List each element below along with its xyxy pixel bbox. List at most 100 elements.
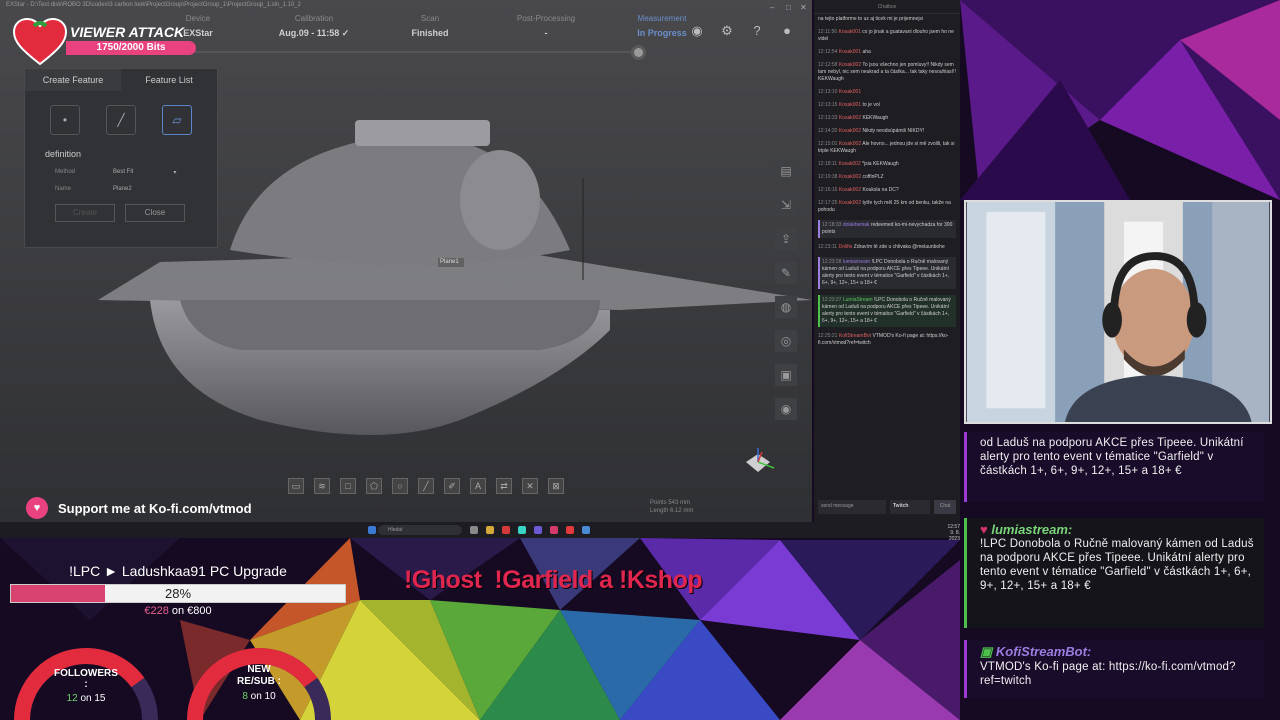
heart-icon — [12, 18, 68, 66]
goal-title: !LPC ► Ladushkaa91 PC Upgrade — [69, 563, 287, 579]
webcam-feed — [964, 200, 1272, 424]
overlay-message-lumiastream: ♥ lumiastream: !LPC Donobola o Ručně mal… — [964, 518, 1264, 628]
lasso-icon[interactable]: ○ — [392, 478, 408, 494]
workflow-progress-dot — [631, 45, 646, 60]
kofi-support-text: Support me at Ko-fi.com/vtmod — [58, 500, 252, 516]
box-select-icon[interactable]: ▣ — [775, 364, 797, 386]
chat-message: na tejto platforme to uz aj ticek mi je … — [818, 16, 924, 22]
overlay-message-kofistreambot: ▣ KofiStreamBot: VTMOD's Ko-fi page at: … — [964, 640, 1264, 698]
viewer-attack-title: VIEWER ATTACK — [70, 24, 185, 40]
brush-icon[interactable]: ✐ — [444, 478, 460, 494]
taskbar-search[interactable]: Hledat — [378, 525, 462, 535]
stream-chat-overlay: od Laduš na podporu AKCE přes Tipeee. Un… — [964, 432, 1264, 720]
chat-message: 12:13:15 Kosak001 to je vol — [818, 102, 880, 108]
globe-icon[interactable]: ◉ — [688, 22, 706, 40]
stack-icon[interactable]: ≋ — [314, 478, 330, 494]
rect-select-icon[interactable]: □ — [340, 478, 356, 494]
goal-progress-bar: 28% — [10, 584, 346, 603]
explorer-icon[interactable] — [486, 526, 494, 534]
chat-message: 12:15:01 Kosak002 Ale hovno... jednou jd… — [818, 141, 955, 154]
followers-gauge: FOLLOWERS : 12 on 15 — [8, 636, 164, 720]
start-icon[interactable] — [368, 526, 376, 534]
close-button[interactable]: Close — [125, 204, 185, 222]
coffee-cup-icon: ♥ — [26, 497, 48, 519]
windows-taskbar: Hledat 12:57 9. 8. 2023 — [0, 522, 960, 542]
chat-message: 12:16:16 Kosak002 Kouksla na DC? — [818, 187, 899, 193]
chat-message: 12:23:27 LumiaStream !LPC Donobola o Ruč… — [818, 295, 956, 327]
clear-icon[interactable]: ⊠ — [548, 478, 564, 494]
layers-icon[interactable]: ▤ — [775, 160, 797, 182]
chat-message: 12:19:38 Kosak002 coffinPLZ — [818, 174, 884, 180]
step-post-processing[interactable]: Post-Processing - — [488, 14, 604, 54]
chat-message: 12:12:54 Kosak001 aha — [818, 49, 871, 55]
chat-input-row: send message Twitch Chat — [818, 500, 956, 514]
chat-panel: Chatbox na tejto platforme to uz aj tice… — [814, 0, 960, 522]
kofi-support-banner: ♥ Support me at Ko-fi.com/vtmod — [26, 496, 252, 520]
eye-icon[interactable]: ◉ — [775, 398, 797, 420]
minimize-button[interactable]: – — [770, 3, 774, 12]
commands-banner: !Ghost !Garfield a !Kshop — [404, 566, 703, 594]
chat-message: 12:13:33 Kosak002 KEKWaugh — [818, 115, 889, 121]
invert-icon[interactable]: ⇄ — [496, 478, 512, 494]
feature-panel: Create Feature Feature List • ╱ ▱ defini… — [24, 68, 218, 248]
scanner-app-icon[interactable] — [566, 526, 574, 534]
chat-message: 12:23:28 lumiastream !LPC Donobola o Ruč… — [818, 257, 956, 289]
plane-feature-icon[interactable]: ▱ — [162, 105, 192, 135]
line-feature-icon[interactable]: ╱ — [106, 105, 136, 135]
chat-message: 12:18:11 Kosak002 *jsia KEKWaugh — [818, 161, 899, 167]
tab-feature-list[interactable]: Feature List — [121, 69, 217, 91]
chat-message: 12:18:33 dolakbeniak redeemed ko-mi-nevy… — [818, 220, 956, 238]
line-select-icon[interactable]: ╱ — [418, 478, 434, 494]
heart-icon: ♥ — [980, 522, 992, 537]
taskbar-clock: 12:57 9. 8. 2023 — [947, 524, 960, 542]
target-icon[interactable]: ◎ — [775, 330, 797, 352]
definition-heading: definition — [45, 149, 82, 159]
close-window-button[interactable]: ✕ — [800, 3, 807, 12]
edge-icon[interactable] — [518, 526, 526, 534]
method-select[interactable]: Best Fit — [113, 169, 133, 176]
delete-icon[interactable]: ✕ — [522, 478, 538, 494]
step-scan[interactable]: Scan Finished — [372, 14, 488, 54]
chevron-down-icon[interactable]: ▾ — [173, 169, 176, 176]
obs-icon[interactable] — [550, 526, 558, 534]
sphere-icon[interactable]: ◍ — [775, 296, 797, 318]
method-label: Method — [55, 169, 76, 175]
share-icon[interactable]: ⇪ — [775, 228, 797, 250]
paint-icon[interactable]: ✎ — [775, 262, 797, 284]
viewer-attack-progress: 1750/2000 Bits — [66, 41, 196, 55]
tab-create-feature[interactable]: Create Feature — [25, 69, 121, 91]
settings-icon[interactable] — [582, 526, 590, 534]
goal-amount: €228 on €800 — [144, 605, 212, 617]
gear-icon[interactable]: ⚙ — [718, 22, 736, 40]
viewer-attack-widget: VIEWER ATTACK 1750/2000 Bits — [12, 18, 196, 66]
point-feature-icon[interactable]: • — [50, 105, 80, 135]
chat-message: 12:14:20 Kosak002 Nikdy neodsúpámiš NIKD… — [818, 128, 925, 134]
chat-message: 12:13:10 Kosak001 — [818, 89, 862, 95]
account-icon[interactable]: ● — [778, 22, 796, 40]
plane-label: Plane1 — [440, 259, 459, 265]
measurement-readout: Points 543 mm Length 6.12 mm — [650, 500, 694, 514]
chat-message: 12:23:11 Dolifie Zdravím tě zde u chliva… — [818, 244, 945, 250]
step-calibration[interactable]: Calibration Aug.09 - 11:58 ✓ — [256, 14, 372, 54]
chat-message: 12:17:25 Kosak002 tytře tych měl 25 km o… — [818, 200, 951, 213]
app-icon[interactable] — [502, 526, 510, 534]
chat-message-list[interactable]: na tejto platforme to uz aj ticek mi je … — [814, 14, 960, 355]
polygon-select-icon[interactable]: ⬠ — [366, 478, 382, 494]
maximize-button[interactable]: □ — [786, 3, 791, 12]
platform-select[interactable]: Twitch — [890, 500, 930, 514]
all-icon[interactable]: A — [470, 478, 486, 494]
create-button[interactable]: Create — [55, 204, 115, 222]
chat-send-button[interactable]: Chat — [934, 500, 956, 514]
chat-message-input[interactable]: send message — [818, 500, 886, 514]
chat-message: 12:12:58 Kosak002 To jsou všechno jen po… — [818, 62, 956, 82]
folder-icon[interactable]: ▭ — [288, 478, 304, 494]
chat-header: Chatbox — [814, 0, 960, 14]
discord-icon[interactable] — [534, 526, 542, 534]
bottom-toolbar: ▭ ≋ □ ⬠ ○ ╱ ✐ A ⇄ ✕ ⊠ — [288, 478, 564, 494]
export-icon[interactable]: ⇲ — [775, 194, 797, 216]
workflow-progress-line — [140, 51, 640, 53]
help-icon[interactable]: ? — [748, 22, 766, 40]
name-input[interactable]: Plane2 — [113, 186, 132, 192]
chat-message: 12:11:56 Kosak001 co jo jinak a guatavan… — [818, 29, 954, 42]
task-view-icon[interactable] — [470, 526, 478, 534]
